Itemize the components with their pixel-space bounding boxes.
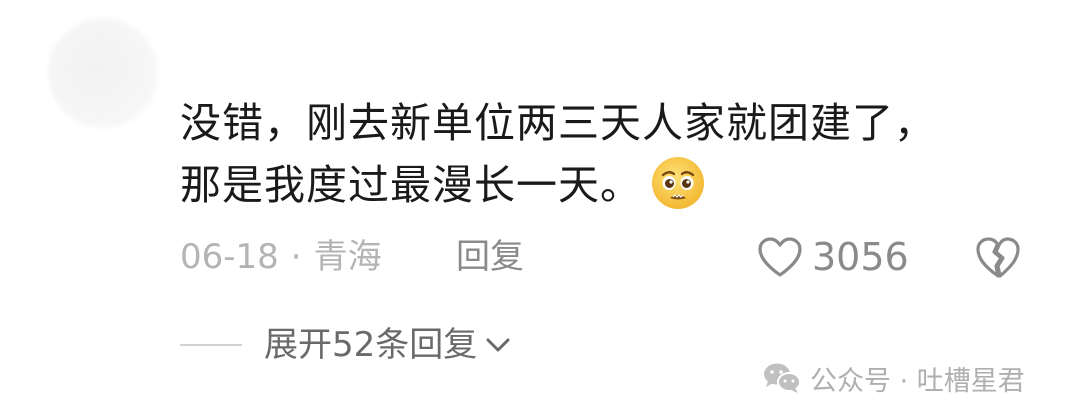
dislike-button[interactable] <box>974 234 1022 280</box>
expand-divider <box>180 344 242 346</box>
comment-meta: 06-18 · 青海 <box>180 232 382 282</box>
watermark-text: 公众号 · 吐槽星君 <box>810 365 1025 397</box>
pleading-face-emoji <box>650 155 706 211</box>
wechat-icon <box>764 363 801 393</box>
expand-replies-label: 展开52条回复 <box>264 325 478 365</box>
expand-replies-button[interactable]: 展开52条回复 <box>264 320 513 370</box>
like-count: 3056 <box>812 235 909 279</box>
comment-line-1: 没错，刚去新单位两三天人家就团建了， <box>180 99 936 147</box>
comment-text: 没错，刚去新单位两三天人家就团建了， 那是我度过最漫长一天。 <box>180 92 1000 216</box>
comment-date: 06-18 <box>180 237 279 277</box>
comment-card: 没错，刚去新单位两三天人家就团建了， 那是我度过最漫长一天。 06-18 · 青… <box>0 0 1080 420</box>
comment-location: 青海 <box>313 237 382 277</box>
avatar[interactable] <box>48 18 158 128</box>
comment-line-2: 那是我度过最漫长一天。 <box>180 154 1000 216</box>
watermark: 公众号 · 吐槽星君 <box>762 358 1025 398</box>
broken-heart-icon <box>976 237 1020 278</box>
heart-outline-icon <box>758 237 802 277</box>
reply-button[interactable]: 回复 <box>456 232 524 282</box>
like-button[interactable]: 3056 <box>756 232 909 282</box>
chevron-down-icon <box>486 338 510 352</box>
meta-separator: · <box>290 237 302 277</box>
comment-line-2-text: 那是我度过最漫长一天。 <box>180 161 642 209</box>
